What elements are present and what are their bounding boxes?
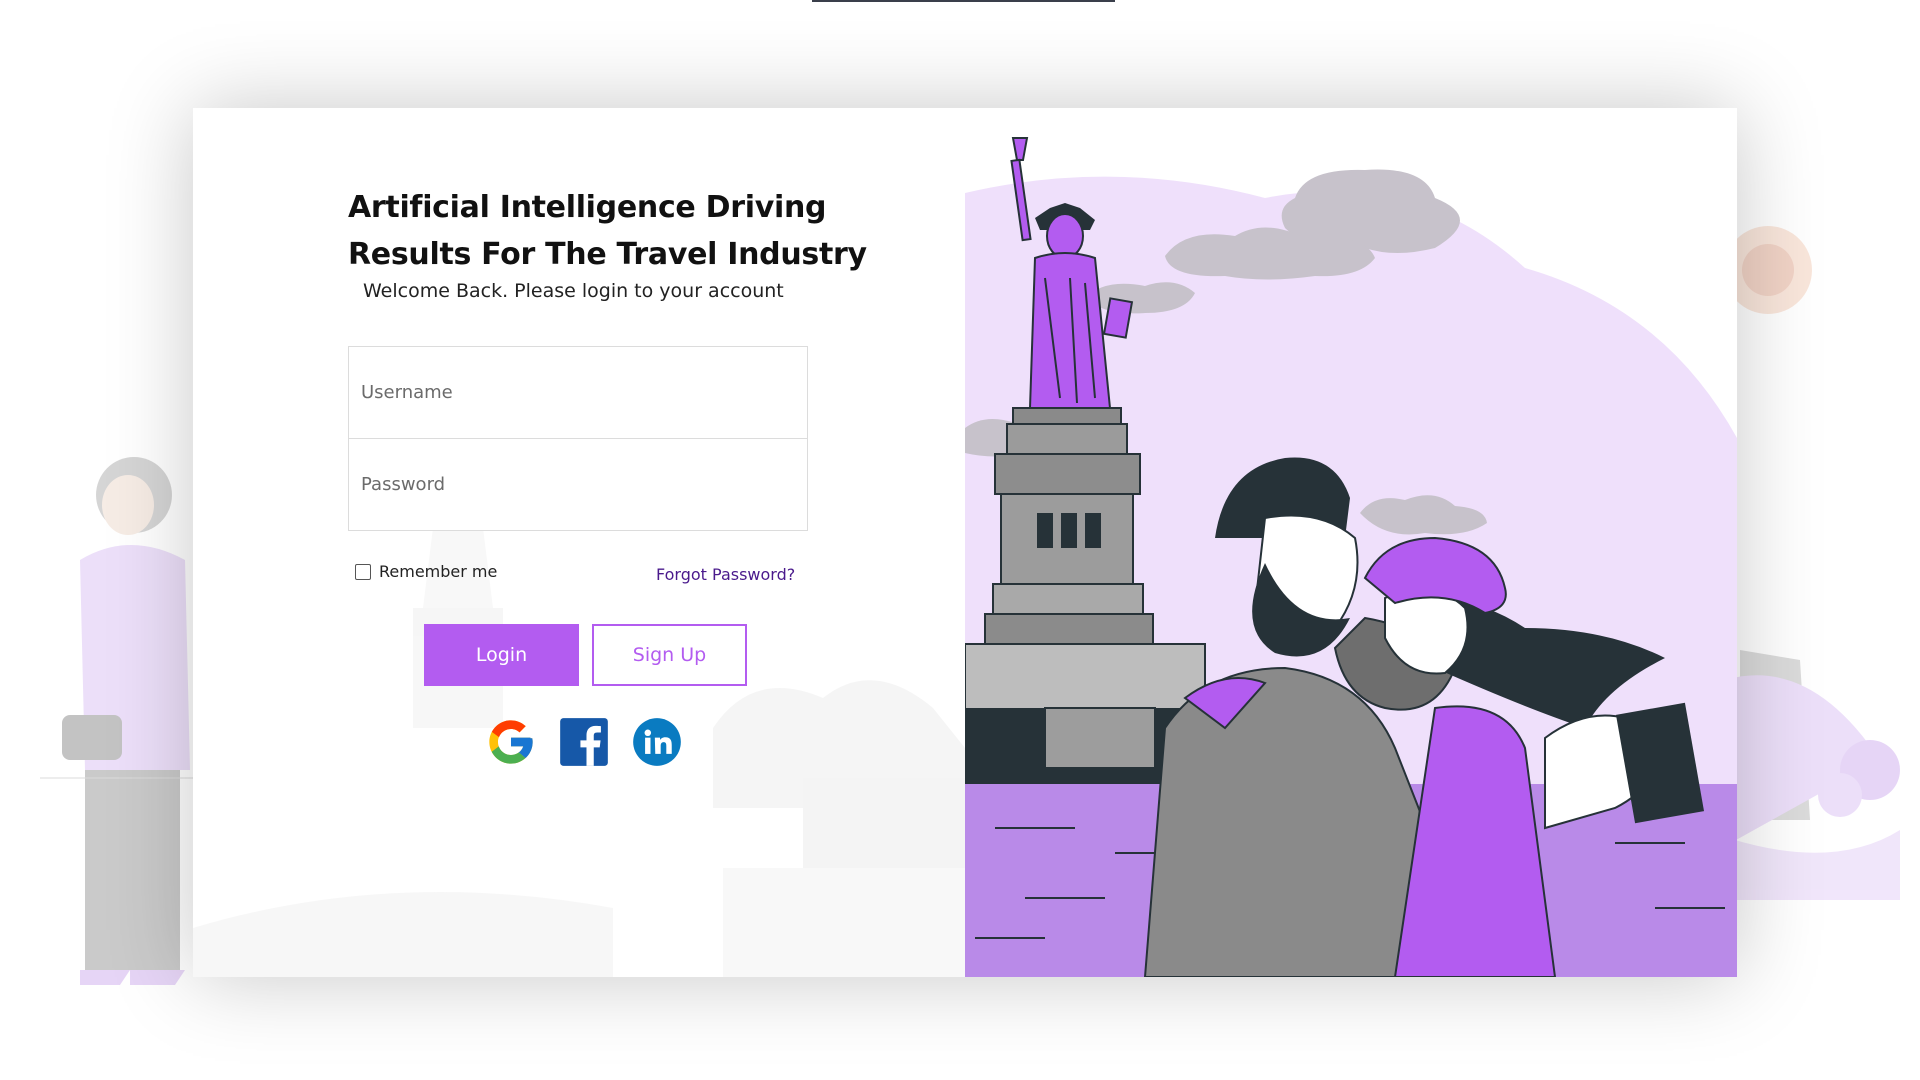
forgot-password-link[interactable]: Forgot Password?: [656, 565, 795, 584]
top-divider: [812, 0, 1115, 2]
remember-me[interactable]: Remember me: [355, 562, 497, 581]
login-card: Artificial Intelligence Driving Results …: [193, 108, 1737, 977]
login-form-panel: Artificial Intelligence Driving Results …: [193, 108, 965, 977]
password-field[interactable]: [348, 438, 808, 531]
hero-illustration-panel: [965, 108, 1737, 977]
password-input[interactable]: [349, 439, 807, 530]
page-title: Artificial Intelligence Driving Results …: [348, 190, 867, 272]
statue-of-liberty-illustration: [965, 137, 1737, 977]
login-button[interactable]: Login: [424, 624, 579, 686]
facebook-icon[interactable]: [558, 716, 610, 768]
username-field[interactable]: [348, 346, 808, 439]
remember-me-checkbox[interactable]: [355, 563, 371, 580]
username-input[interactable]: [349, 347, 807, 438]
page-subtitle: Welcome Back. Please login to your accou…: [363, 280, 784, 302]
linkedin-icon[interactable]: [631, 716, 683, 768]
google-icon[interactable]: [485, 716, 537, 768]
signup-button[interactable]: Sign Up: [592, 624, 747, 686]
remember-me-label: Remember me: [379, 562, 498, 581]
